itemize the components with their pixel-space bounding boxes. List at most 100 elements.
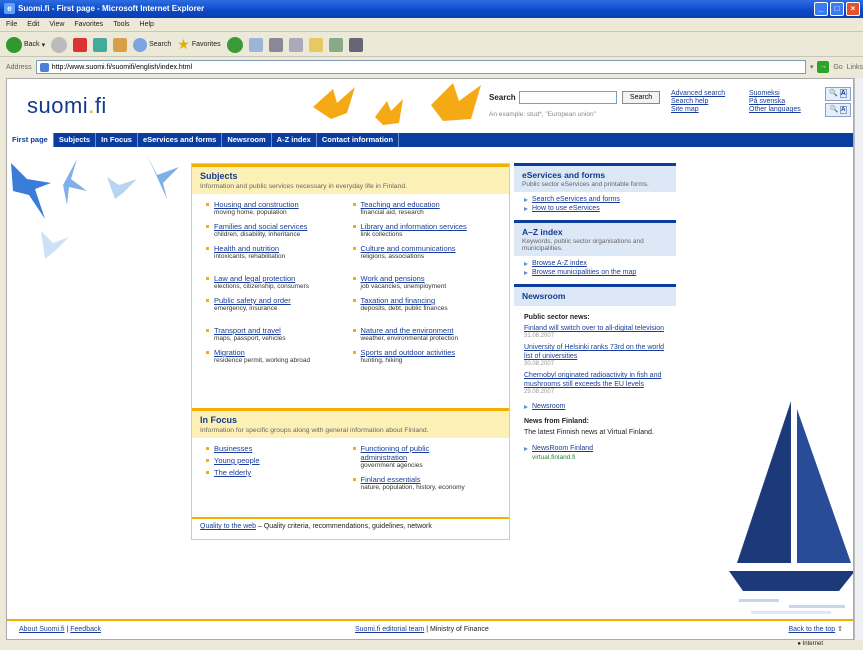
editorial-team-link[interactable]: Suomi.fi editorial team [355,626,424,633]
subject-keywords: maps, passport, vehicles [214,335,286,342]
back-to-top-link[interactable]: Back to the top [788,626,835,633]
list-item: Law and legal protection elections, citiz… [206,274,353,290]
stop-icon[interactable] [73,37,88,52]
font-smaller-button[interactable]: 🔍 A [825,103,851,117]
print-icon[interactable] [268,37,283,52]
search-help-link[interactable]: Search help [671,98,725,105]
subject-link[interactable]: Nature and the environment [361,326,500,335]
ministry-text: Ministry of Finance [429,626,489,633]
subject-link[interactable]: Housing and construction [214,200,353,209]
subject-link[interactable]: Taxation and financing [361,296,500,305]
subject-link[interactable]: Sports and outdoor activities [361,348,500,357]
search-button[interactable]: Search [133,37,171,52]
public-news-heading: Public sector news: [524,314,590,321]
lang-finnish-link[interactable]: Suomeksi [749,90,801,97]
home-icon[interactable] [113,37,128,52]
language-links: Suomeksi På svenska Other languages [749,90,801,113]
menu-help[interactable]: Help [140,21,154,28]
edit-icon[interactable] [288,37,303,52]
site-logo[interactable]: suomi.fi [27,93,107,119]
subject-link[interactable]: Work and pensions [361,274,500,283]
address-field[interactable]: http://www.suomi.fi/suomifi/english/inde… [35,60,806,74]
nav-first-page[interactable]: First page [7,133,54,147]
news-link[interactable]: Chernobyl originated radioactivity in fi… [524,371,666,389]
history-icon[interactable] [226,36,243,53]
subject-link[interactable]: Library and information services [361,222,500,231]
newsroom-finland-link[interactable]: NewsRoom Finland [532,445,593,452]
research-icon[interactable] [348,37,363,52]
nav-in-focus[interactable]: In Focus [96,133,138,147]
eservices-search-link[interactable]: Search eServices and forms [532,196,620,203]
messenger-icon[interactable] [328,37,343,52]
news-link[interactable]: Finland will switch over to all-digital … [524,324,666,333]
quality-link[interactable]: Quality to the web [200,523,256,530]
menu-file[interactable]: File [6,21,17,28]
menu-tools[interactable]: Tools [113,21,129,28]
list-item: Public safety and order emergency, insura… [206,296,353,312]
about-link[interactable]: About Suomi.fi [19,626,65,633]
refresh-icon[interactable] [93,37,108,52]
subject-link[interactable]: Public safety and order [214,296,353,305]
azindex-map-link[interactable]: Browse municipalities on the map [532,269,636,276]
subjects-header: Subjects Information and public services… [192,164,509,194]
nav-az-index[interactable]: A-Z index [272,133,317,147]
focus-link[interactable]: Functioning of public administration [361,444,457,462]
mail-icon[interactable] [248,37,263,52]
header-links: Advanced search Search help Site map [671,90,725,113]
advanced-search-link[interactable]: Advanced search [671,90,725,97]
focus-link[interactable]: Young people [214,456,353,465]
subject-link[interactable]: Health and nutrition [214,244,353,253]
toolbar: Back ▾ Search ★ Favorites [0,33,863,57]
in-focus-header: In Focus Information for specific groups… [192,408,509,438]
nav-eservices[interactable]: eServices and forms [138,133,223,147]
links-label[interactable]: Links [847,64,863,71]
lang-other-link[interactable]: Other languages [749,106,801,113]
newsroom-link[interactable]: Newsroom [532,403,565,410]
subject-keywords: emergency, insurance [214,305,278,312]
azindex-browse-link[interactable]: Browse A-Z index [532,260,587,267]
nav-newsroom[interactable]: Newsroom [222,133,272,147]
azindex-title: A–Z index [522,227,563,237]
lang-swedish-link[interactable]: På svenska [749,98,801,105]
font-larger-button[interactable]: 🔍 A [825,87,851,101]
site-map-link[interactable]: Site map [671,106,725,113]
eservices-howto-link[interactable]: How to use eServices [532,205,600,212]
subject-link[interactable]: Migration [214,348,353,357]
subject-link[interactable]: Transport and travel [214,326,353,335]
focus-link[interactable]: Finland essentials [361,475,500,484]
menu-bar: File Edit View Favorites Tools Help [0,18,863,32]
search-label: Search [489,93,516,102]
quality-line: Quality to the web – Quality criteria, r… [192,517,509,534]
nav-contact[interactable]: Contact information [317,133,400,147]
feedback-link[interactable]: Feedback [70,626,101,633]
menu-favorites[interactable]: Favorites [74,21,103,28]
maximize-icon[interactable]: □ [830,2,844,16]
nav-subjects[interactable]: Subjects [54,133,97,147]
newsroom-content: Public sector news: Finland will switch … [514,306,676,465]
subject-link[interactable]: Culture and communications [361,244,500,253]
menu-edit[interactable]: Edit [27,21,39,28]
folder-icon[interactable] [308,37,323,52]
news-link[interactable]: University of Helsinki ranks 73rd on the… [524,343,666,361]
search-submit-button[interactable]: Search [622,91,660,104]
search-input[interactable] [519,91,617,104]
subject-keywords: religions, associations [360,253,425,260]
subject-link[interactable]: Law and legal protection [214,274,353,283]
vertical-scrollbar[interactable] [854,78,863,640]
star-icon: ★ [177,36,190,52]
go-icon[interactable]: → [817,61,830,73]
focus-link[interactable]: Businesses [214,444,353,453]
address-dropdown-icon[interactable]: ▾ [810,63,814,71]
go-button[interactable]: Go [833,64,842,71]
close-icon[interactable]: × [846,2,860,16]
in-focus-list: Businesses Young people The elderly Func… [192,438,509,497]
favorites-button[interactable]: ★ Favorites [177,36,220,53]
forward-icon[interactable] [51,36,68,53]
menu-view[interactable]: View [49,21,64,28]
back-button[interactable]: Back ▾ [6,36,45,53]
news-date: 30.08.2007 [524,361,555,367]
focus-link[interactable]: The elderly [214,468,353,477]
subject-link[interactable]: Teaching and education [361,200,500,209]
minimize-icon[interactable]: _ [814,2,828,16]
subject-link[interactable]: Families and social services [214,222,353,231]
